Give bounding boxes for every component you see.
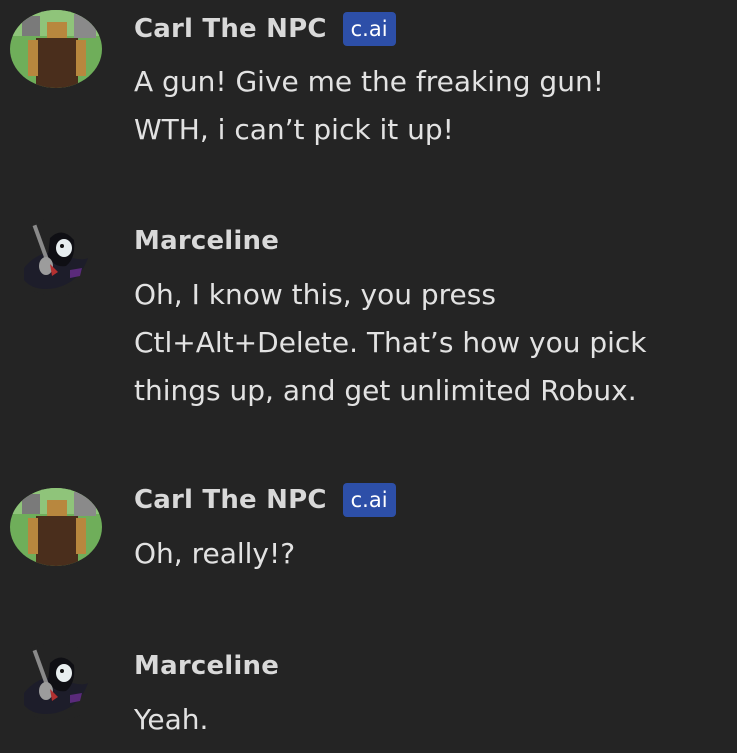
roblox-npc-avatar-icon[interactable] (10, 10, 102, 88)
chat-message: Marceline Yeah. (0, 615, 737, 753)
sender-name[interactable]: Marceline (134, 226, 279, 256)
message-header: Marceline (134, 223, 279, 259)
marceline-avatar-icon[interactable] (10, 218, 102, 296)
message-text: Oh, I know this, you press Ctl+Alt+Delet… (134, 278, 647, 407)
sender-name[interactable]: Carl The NPC (134, 14, 327, 44)
message-header: Carl The NPC c.ai (134, 11, 396, 47)
chat-message: Carl The NPC c.ai Oh, really!? (0, 480, 737, 615)
cai-badge: c.ai (342, 12, 396, 46)
message-header: Carl The NPC c.ai (134, 482, 396, 518)
cai-badge: c.ai (342, 483, 396, 517)
marceline-avatar-icon[interactable] (10, 643, 102, 721)
roblox-npc-avatar-icon[interactable] (10, 488, 102, 566)
message-header: Marceline (134, 648, 279, 684)
message-text: Yeah. (134, 703, 209, 736)
sender-name[interactable]: Marceline (134, 651, 279, 681)
sender-name[interactable]: Carl The NPC (134, 485, 327, 515)
message-text: Oh, really!? (134, 537, 296, 570)
chat-message: Marceline Oh, I know this, you press Ctl… (0, 190, 737, 480)
message-text: A gun! Give me the freaking gun! WTH, i … (134, 65, 604, 146)
chat-message: Carl The NPC c.ai A gun! Give me the fre… (0, 0, 737, 190)
